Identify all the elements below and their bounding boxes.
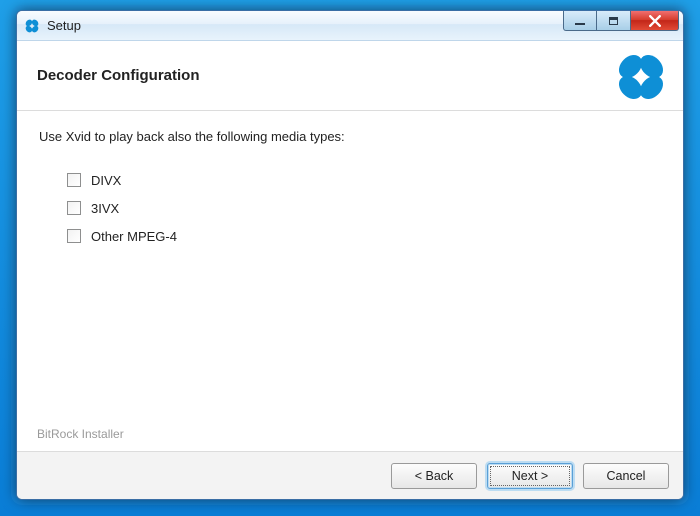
page-title: Decoder Configuration [37,67,200,84]
brand-logo-icon [613,49,669,105]
titlebar: Setup [17,11,683,41]
minimize-icon [575,23,585,25]
instruction-text: Use Xvid to play back also the following… [39,129,661,144]
minimize-button[interactable] [563,11,597,31]
header: Decoder Configuration [17,41,683,111]
option-label: 3IVX [91,201,119,216]
content-area: Use Xvid to play back also the following… [17,111,683,451]
options-group: DIVX 3IVX Other MPEG-4 [39,166,661,250]
checkbox-icon [67,229,81,243]
maximize-icon [609,17,618,25]
installer-branding: BitRock Installer [37,427,124,441]
window-controls [563,11,679,31]
close-icon [649,15,661,27]
option-3ivx[interactable]: 3IVX [67,194,661,222]
window-title: Setup [47,18,81,33]
next-button[interactable]: Next > [487,463,573,489]
checkbox-icon [67,173,81,187]
checkbox-icon [67,201,81,215]
option-label: DIVX [91,173,121,188]
footer: < Back Next > Cancel [17,451,683,499]
option-divx[interactable]: DIVX [67,166,661,194]
back-button[interactable]: < Back [391,463,477,489]
setup-dialog: Setup Decoder Configuration [16,10,684,500]
app-icon [23,17,41,35]
close-button[interactable] [631,11,679,31]
option-other-mpeg4[interactable]: Other MPEG-4 [67,222,661,250]
maximize-button[interactable] [597,11,631,31]
option-label: Other MPEG-4 [91,229,177,244]
cancel-button[interactable]: Cancel [583,463,669,489]
